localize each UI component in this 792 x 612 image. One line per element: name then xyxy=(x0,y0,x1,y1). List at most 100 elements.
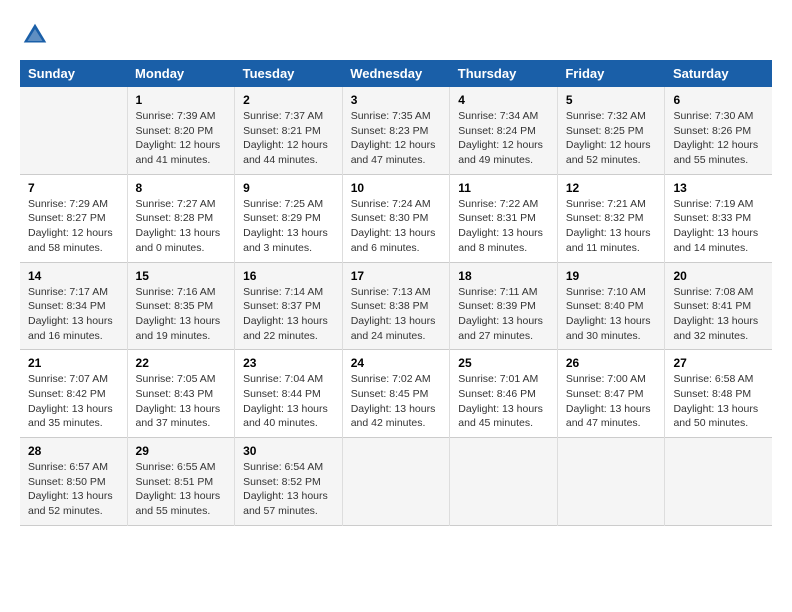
day-info: Sunrise: 7:11 AM Sunset: 8:39 PM Dayligh… xyxy=(458,285,549,344)
calendar-cell: 9 Sunrise: 7:25 AM Sunset: 8:29 PM Daylig… xyxy=(235,174,343,262)
day-info: Sunrise: 7:14 AM Sunset: 8:37 PM Dayligh… xyxy=(243,285,334,344)
day-number: 2 xyxy=(243,93,334,107)
week-row-1: 1Sunrise: 7:39 AM Sunset: 8:20 PM Daylig… xyxy=(20,87,772,174)
weekday-header-wednesday: Wednesday xyxy=(342,60,450,87)
day-info: Sunrise: 7:25 AM Sunset: 8:29 PM Dayligh… xyxy=(243,197,334,256)
day-number: 25 xyxy=(458,356,549,370)
day-info: Sunrise: 7:17 AM Sunset: 8:34 PM Dayligh… xyxy=(28,285,119,344)
day-info: Sunrise: 7:13 AM Sunset: 8:38 PM Dayligh… xyxy=(351,285,442,344)
day-info: Sunrise: 7:04 AM Sunset: 8:44 PM Dayligh… xyxy=(243,372,334,431)
day-number: 15 xyxy=(136,269,227,283)
day-info: Sunrise: 7:29 AM Sunset: 8:27 PM Dayligh… xyxy=(28,197,119,256)
day-number: 19 xyxy=(566,269,657,283)
calendar-cell: 1Sunrise: 7:39 AM Sunset: 8:20 PM Daylig… xyxy=(127,87,235,174)
calendar-cell: 27 Sunrise: 6:58 AM Sunset: 8:48 PM Dayli… xyxy=(665,350,772,438)
day-info: Sunrise: 7:21 AM Sunset: 8:32 PM Dayligh… xyxy=(566,197,657,256)
calendar-cell: 23Sunrise: 7:04 AM Sunset: 8:44 PM Dayli… xyxy=(235,350,343,438)
day-number: 24 xyxy=(351,356,442,370)
calendar-cell: 29Sunrise: 6:55 AM Sunset: 8:51 PM Dayli… xyxy=(127,438,235,526)
day-info: Sunrise: 7:37 AM Sunset: 8:21 PM Dayligh… xyxy=(243,109,334,168)
calendar-cell: 20 Sunrise: 7:08 AM Sunset: 8:41 PM Dayli… xyxy=(665,262,772,350)
calendar-cell: 18 Sunrise: 7:11 AM Sunset: 8:39 PM Dayli… xyxy=(450,262,558,350)
calendar-cell: 19 Sunrise: 7:10 AM Sunset: 8:40 PM Dayli… xyxy=(557,262,665,350)
day-info: Sunrise: 7:01 AM Sunset: 8:46 PM Dayligh… xyxy=(458,372,549,431)
day-number: 3 xyxy=(351,93,442,107)
calendar-cell: 5 Sunrise: 7:32 AM Sunset: 8:25 PM Daylig… xyxy=(557,87,665,174)
calendar-cell xyxy=(665,438,772,526)
week-row-3: 14 Sunrise: 7:17 AM Sunset: 8:34 PM Dayli… xyxy=(20,262,772,350)
day-info: Sunrise: 7:35 AM Sunset: 8:23 PM Dayligh… xyxy=(351,109,442,168)
day-number: 26 xyxy=(566,356,657,370)
calendar-cell: 12 Sunrise: 7:21 AM Sunset: 8:32 PM Dayli… xyxy=(557,174,665,262)
day-info: Sunrise: 6:54 AM Sunset: 8:52 PM Dayligh… xyxy=(243,460,334,519)
logo-icon xyxy=(20,20,50,50)
day-info: Sunrise: 6:57 AM Sunset: 8:50 PM Dayligh… xyxy=(28,460,119,519)
day-number: 4 xyxy=(458,93,549,107)
day-number: 28 xyxy=(28,444,119,458)
calendar-cell: 22 Sunrise: 7:05 AM Sunset: 8:43 PM Dayli… xyxy=(127,350,235,438)
calendar-cell: 7 Sunrise: 7:29 AM Sunset: 8:27 PM Daylig… xyxy=(20,174,127,262)
day-number: 12 xyxy=(566,181,657,195)
day-info: Sunrise: 7:16 AM Sunset: 8:35 PM Dayligh… xyxy=(136,285,227,344)
day-info: Sunrise: 7:07 AM Sunset: 8:42 PM Dayligh… xyxy=(28,372,119,431)
day-number: 27 xyxy=(673,356,764,370)
calendar-cell xyxy=(20,87,127,174)
logo xyxy=(20,20,52,50)
day-number: 5 xyxy=(566,93,657,107)
weekday-header-thursday: Thursday xyxy=(450,60,558,87)
page-header xyxy=(20,20,772,50)
day-number: 7 xyxy=(28,181,119,195)
day-info: Sunrise: 7:00 AM Sunset: 8:47 PM Dayligh… xyxy=(566,372,657,431)
calendar-cell: 17 Sunrise: 7:13 AM Sunset: 8:38 PM Dayli… xyxy=(342,262,450,350)
weekday-header-friday: Friday xyxy=(557,60,665,87)
day-number: 11 xyxy=(458,181,549,195)
calendar-cell: 2 Sunrise: 7:37 AM Sunset: 8:21 PM Daylig… xyxy=(235,87,343,174)
day-info: Sunrise: 7:08 AM Sunset: 8:41 PM Dayligh… xyxy=(673,285,764,344)
week-row-2: 7 Sunrise: 7:29 AM Sunset: 8:27 PM Daylig… xyxy=(20,174,772,262)
day-info: Sunrise: 7:05 AM Sunset: 8:43 PM Dayligh… xyxy=(136,372,227,431)
calendar-cell: 11 Sunrise: 7:22 AM Sunset: 8:31 PM Dayli… xyxy=(450,174,558,262)
calendar-cell: 25 Sunrise: 7:01 AM Sunset: 8:46 PM Dayli… xyxy=(450,350,558,438)
day-info: Sunrise: 6:58 AM Sunset: 8:48 PM Dayligh… xyxy=(673,372,764,431)
day-number: 16 xyxy=(243,269,334,283)
day-number: 22 xyxy=(136,356,227,370)
day-info: Sunrise: 7:22 AM Sunset: 8:31 PM Dayligh… xyxy=(458,197,549,256)
day-info: Sunrise: 7:10 AM Sunset: 8:40 PM Dayligh… xyxy=(566,285,657,344)
calendar-cell xyxy=(557,438,665,526)
day-info: Sunrise: 7:02 AM Sunset: 8:45 PM Dayligh… xyxy=(351,372,442,431)
weekday-header-monday: Monday xyxy=(127,60,235,87)
calendar-cell: 14 Sunrise: 7:17 AM Sunset: 8:34 PM Dayli… xyxy=(20,262,127,350)
calendar-cell: 15 Sunrise: 7:16 AM Sunset: 8:35 PM Dayli… xyxy=(127,262,235,350)
week-row-5: 28 Sunrise: 6:57 AM Sunset: 8:50 PM Dayli… xyxy=(20,438,772,526)
day-number: 8 xyxy=(136,181,227,195)
calendar-table: SundayMondayTuesdayWednesdayThursdayFrid… xyxy=(20,60,772,526)
day-info: Sunrise: 7:24 AM Sunset: 8:30 PM Dayligh… xyxy=(351,197,442,256)
day-number: 1 xyxy=(136,93,227,107)
calendar-cell xyxy=(342,438,450,526)
day-info: Sunrise: 7:30 AM Sunset: 8:26 PM Dayligh… xyxy=(673,109,764,168)
weekday-header-row: SundayMondayTuesdayWednesdayThursdayFrid… xyxy=(20,60,772,87)
weekday-header-saturday: Saturday xyxy=(665,60,772,87)
calendar-cell: 6Sunrise: 7:30 AM Sunset: 8:26 PM Daylig… xyxy=(665,87,772,174)
day-number: 14 xyxy=(28,269,119,283)
day-info: Sunrise: 7:27 AM Sunset: 8:28 PM Dayligh… xyxy=(136,197,227,256)
calendar-cell: 10Sunrise: 7:24 AM Sunset: 8:30 PM Dayli… xyxy=(342,174,450,262)
day-number: 17 xyxy=(351,269,442,283)
day-number: 9 xyxy=(243,181,334,195)
calendar-cell: 28 Sunrise: 6:57 AM Sunset: 8:50 PM Dayli… xyxy=(20,438,127,526)
day-number: 30 xyxy=(243,444,334,458)
calendar-cell: 16 Sunrise: 7:14 AM Sunset: 8:37 PM Dayli… xyxy=(235,262,343,350)
calendar-cell: 8 Sunrise: 7:27 AM Sunset: 8:28 PM Daylig… xyxy=(127,174,235,262)
weekday-header-sunday: Sunday xyxy=(20,60,127,87)
day-number: 29 xyxy=(136,444,227,458)
day-info: Sunrise: 7:19 AM Sunset: 8:33 PM Dayligh… xyxy=(673,197,764,256)
day-number: 20 xyxy=(673,269,764,283)
calendar-cell xyxy=(450,438,558,526)
weekday-header-tuesday: Tuesday xyxy=(235,60,343,87)
calendar-cell: 24 Sunrise: 7:02 AM Sunset: 8:45 PM Dayli… xyxy=(342,350,450,438)
day-info: Sunrise: 7:32 AM Sunset: 8:25 PM Dayligh… xyxy=(566,109,657,168)
day-info: Sunrise: 7:34 AM Sunset: 8:24 PM Dayligh… xyxy=(458,109,549,168)
day-number: 18 xyxy=(458,269,549,283)
day-number: 21 xyxy=(28,356,119,370)
calendar-cell: 26 Sunrise: 7:00 AM Sunset: 8:47 PM Dayli… xyxy=(557,350,665,438)
